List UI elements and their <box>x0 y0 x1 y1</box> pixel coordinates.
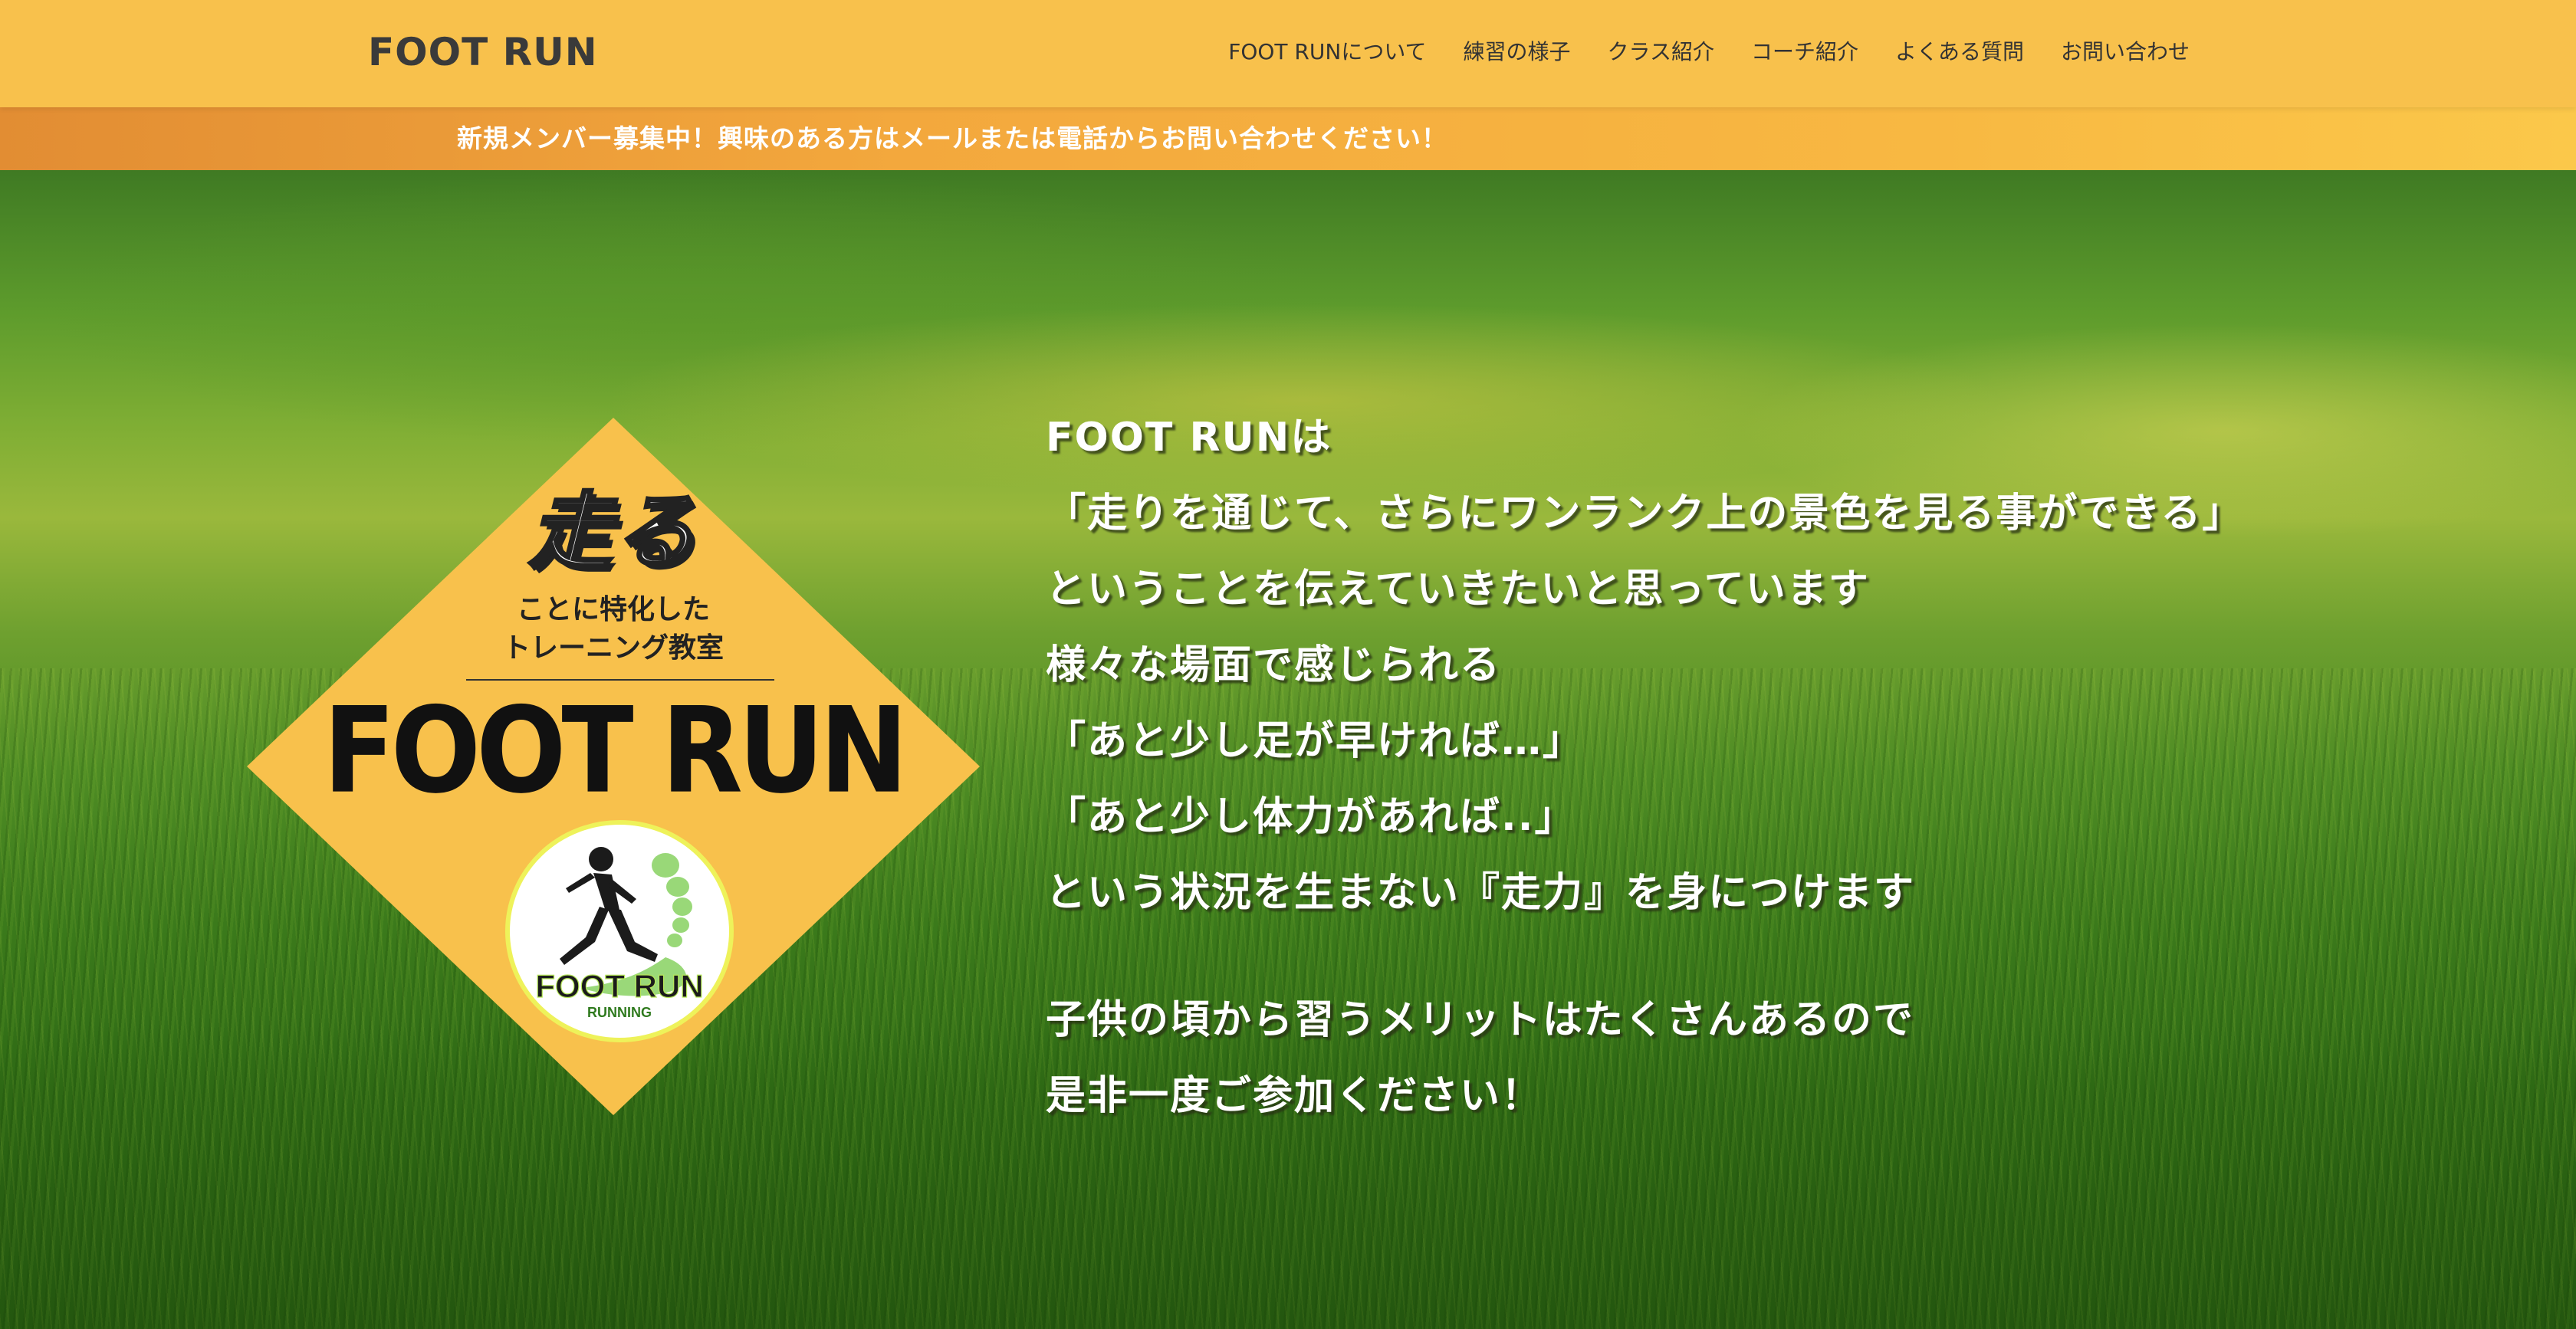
closing-line: 子供の頃から習うメリットはたくさんあるので <box>1046 997 1914 1043</box>
logo-brand-name: FOOT RUN <box>323 681 909 820</box>
announcement-text: 新規メンバー募集中！興味のある方はメールまたは電話からお問い合わせください！ <box>457 123 1447 153</box>
hero-section: 走る ことに特化した トレーニング教室 FOOT RUN FOOT RUN RU… <box>0 170 2576 1329</box>
nav-faq[interactable]: よくある質問 <box>1895 35 2024 69</box>
site-header: FOOT RUN FOOT RUNについて 練習の様子 クラス紹介 コーチ紹介 … <box>0 0 2576 107</box>
intro-line: ということを伝えていきたいと思っています <box>1046 566 1870 612</box>
intro-line: 様々な場面で感じられる <box>1046 642 1502 688</box>
announcement-bar: 新規メンバー募集中！興味のある方はメールまたは電話からお問い合わせください！ <box>0 107 2576 170</box>
emblem-sub-text: RUNNING <box>587 1005 652 1020</box>
logo-tagline-line1: ことに特化した <box>516 594 710 625</box>
nav-about[interactable]: FOOT RUNについて <box>1228 35 1426 69</box>
nav-classes[interactable]: クラス紹介 <box>1608 35 1714 69</box>
intro-line: 「走りを通じて、さらにワンランク上の景色を見る事ができる」 <box>1046 491 2244 537</box>
intro-line: 「あと少し体力があれば..」 <box>1046 794 1576 840</box>
emblem-brand-text: FOOT RUN <box>535 968 703 1004</box>
page: FOOT RUN FOOT RUNについて 練習の様子 クラス紹介 コーチ紹介 … <box>0 0 2576 1329</box>
runner-emblem-icon: FOOT RUN RUNNING <box>505 820 734 1042</box>
site-title-link[interactable]: FOOT RUN <box>368 28 598 77</box>
intro-line: 「あと少し足が早ければ…」 <box>1046 718 1585 764</box>
diamond-content: 走る ことに特化した トレーニング教室 FOOT RUN FOOT RUN RU… <box>247 418 980 1115</box>
hero-intro-text: FOOT RUNは 「走りを通じて、さらにワンランク上の景色を見る事ができる」 … <box>1046 400 2349 1134</box>
nav-practice[interactable]: 練習の様子 <box>1463 35 1570 69</box>
logo-tagline-line2: トレーニング教室 <box>502 632 724 664</box>
main-nav: FOOT RUNについて 練習の様子 クラス紹介 コーチ紹介 よくある質問 お問… <box>1228 35 2190 69</box>
logo-divider <box>466 679 774 681</box>
intro-spacer <box>1046 931 2349 983</box>
nav-contact[interactable]: お問い合わせ <box>2061 35 2190 69</box>
hero-logo-diamond: 走る ことに特化した トレーニング教室 FOOT RUN FOOT RUN RU… <box>247 418 980 1115</box>
nav-coaches[interactable]: コーチ紹介 <box>1751 35 1858 69</box>
intro-line: FOOT RUNは <box>1046 415 1332 461</box>
closing-line: 是非一度ご参加ください！ <box>1046 1073 1543 1119</box>
logo-headline: 走る <box>527 484 698 580</box>
intro-line: という状況を生まない『走力』を身につけます <box>1046 870 1916 916</box>
